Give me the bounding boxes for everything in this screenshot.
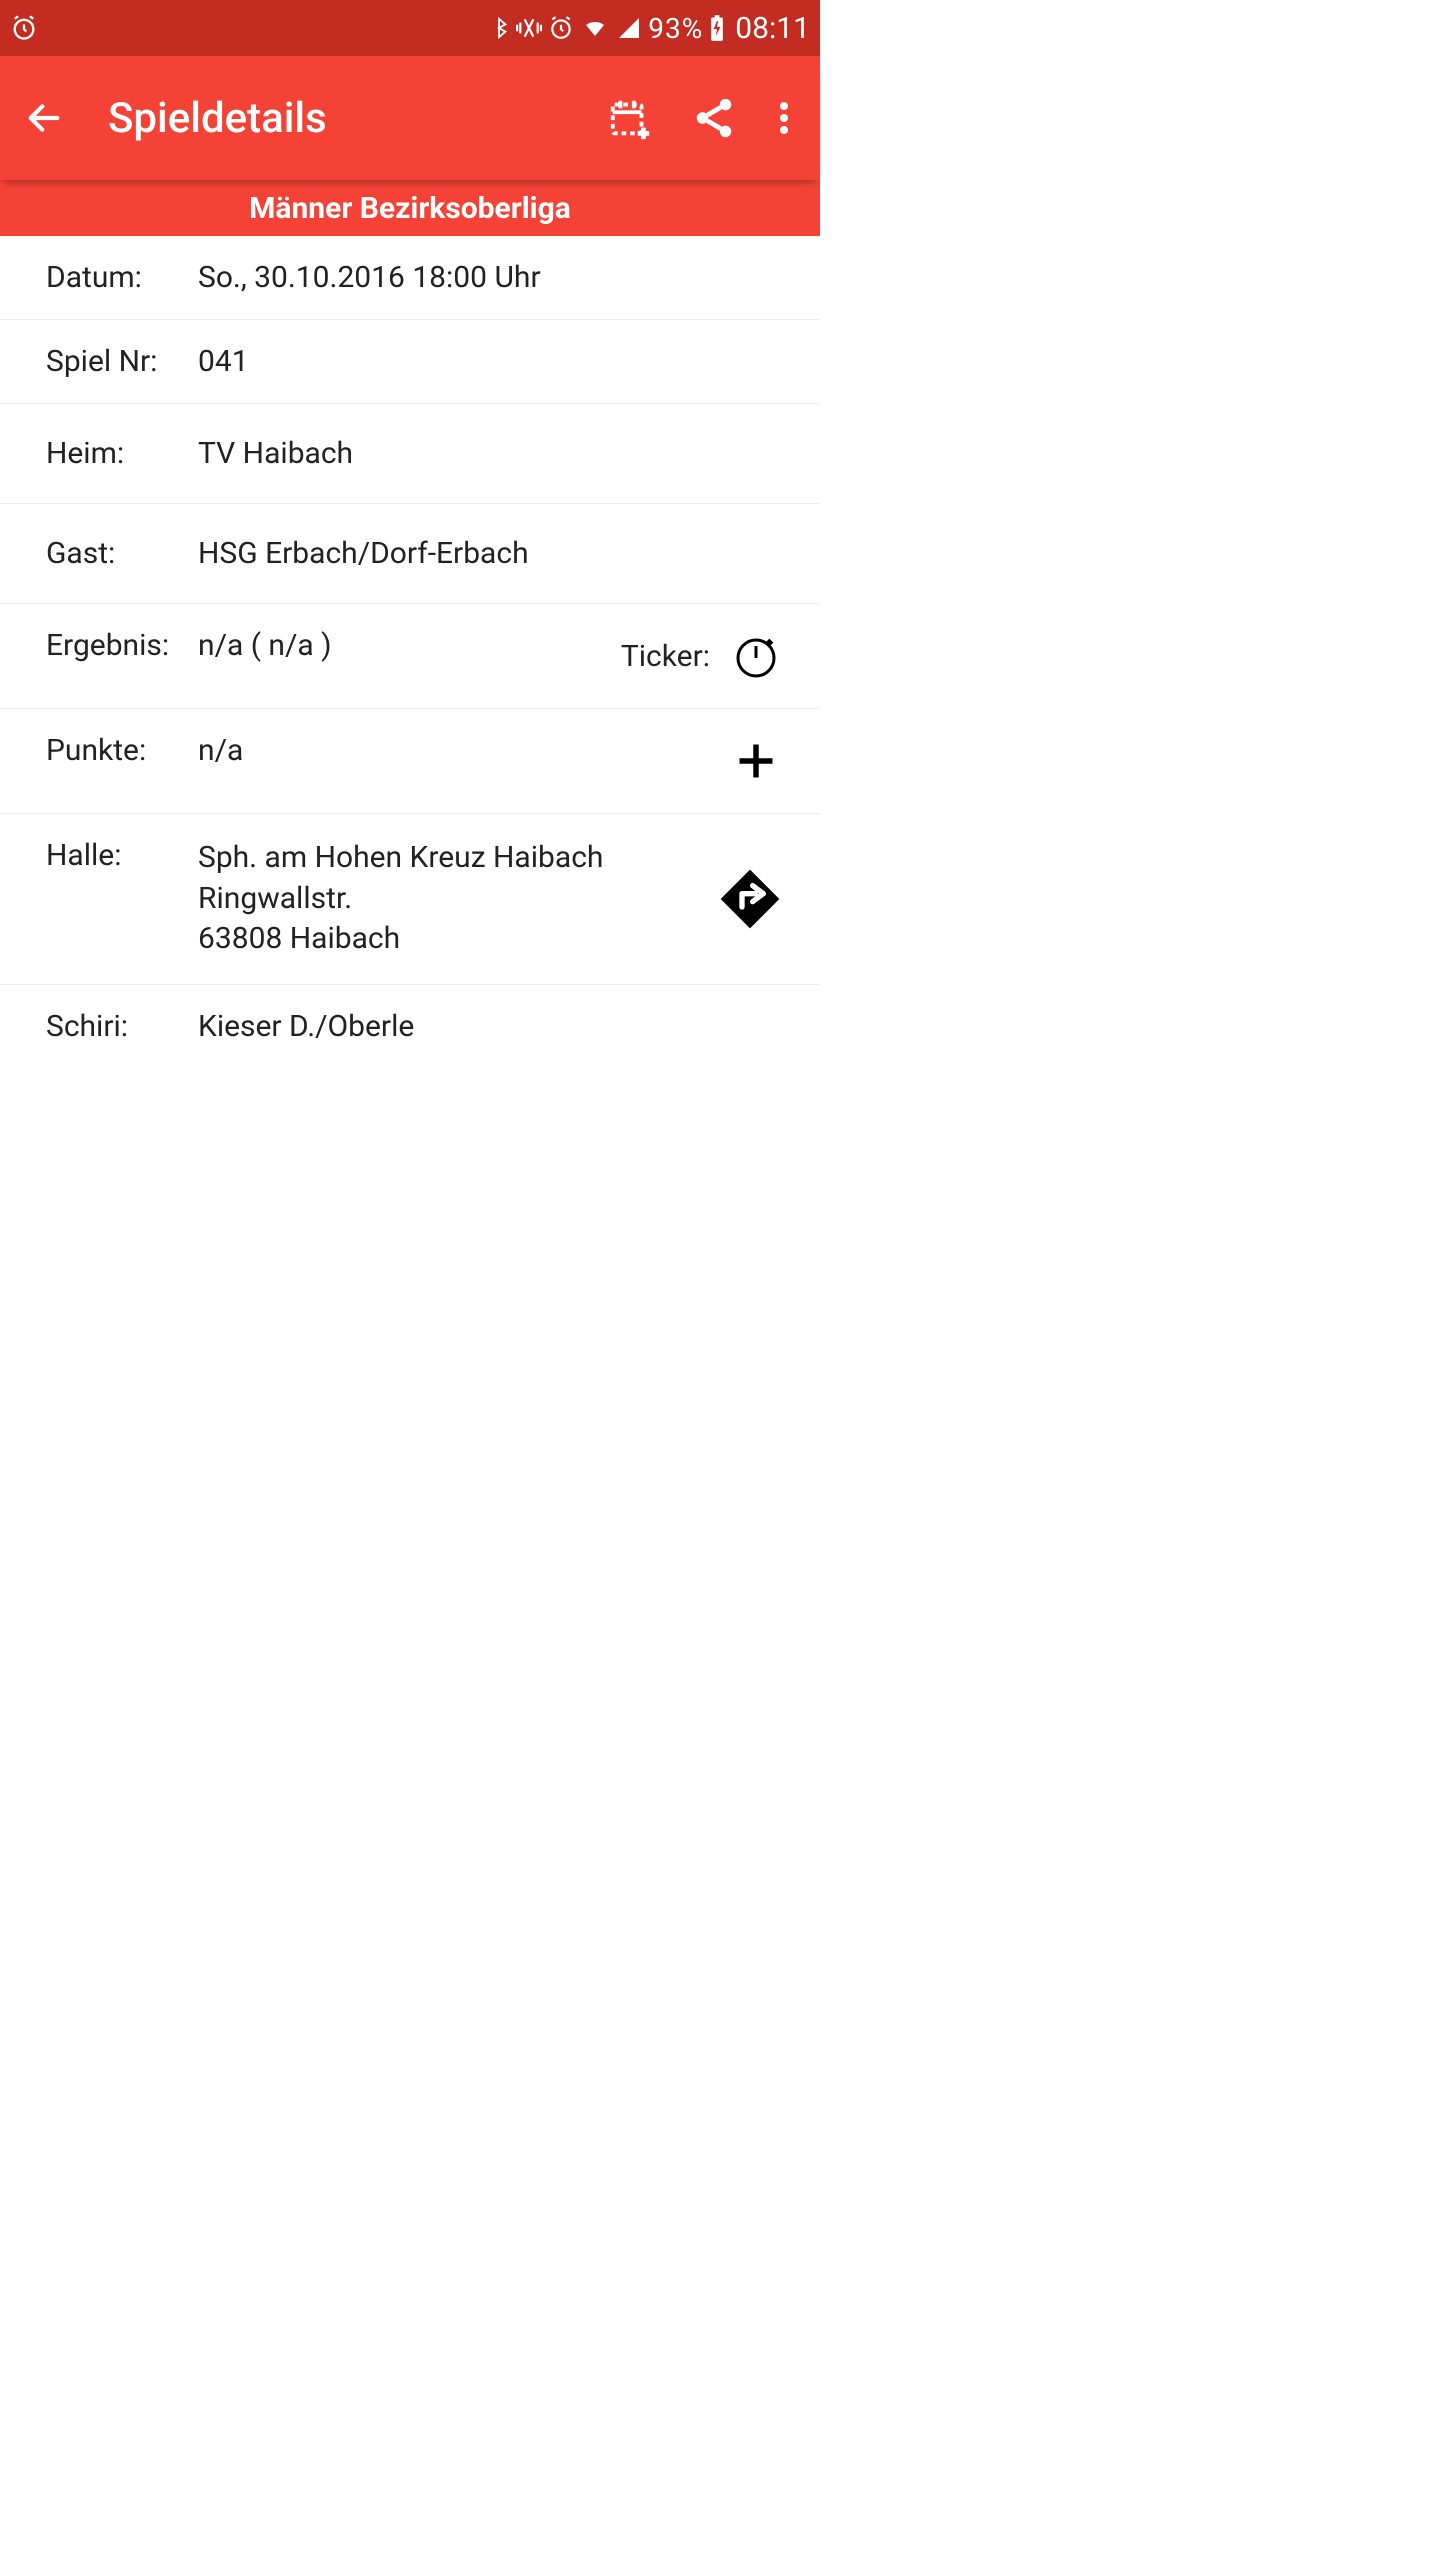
value-gast: HSG Erbach/Dorf-Erbach <box>198 536 784 571</box>
directions-icon <box>718 867 782 931</box>
add-points-button[interactable] <box>728 733 784 789</box>
row-heim: Heim: TV Haibach <box>0 404 820 504</box>
vibrate-icon <box>516 15 542 41</box>
ticker-button[interactable] <box>728 628 784 684</box>
row-ergebnis: Ergebnis: n/a ( n/a ) Ticker: <box>0 604 820 709</box>
overflow-menu-button[interactable] <box>756 76 812 160</box>
label-spielnr: Spiel Nr: <box>46 344 198 379</box>
label-punkte: Punkte: <box>46 733 198 768</box>
league-banner: Männer Bezirksoberliga <box>0 180 820 236</box>
share-icon <box>691 95 737 141</box>
plus-icon <box>734 739 778 783</box>
page-title: Spieldetails <box>108 94 327 143</box>
alarm-icon <box>10 14 38 42</box>
app-bar: Spieldetails <box>0 56 820 180</box>
clock-time: 08:11 <box>735 11 810 46</box>
calendar-plus-icon <box>607 95 653 141</box>
status-bar: 93% 08:11 <box>0 0 820 56</box>
status-right: 93% 08:11 <box>488 11 810 46</box>
bluetooth-icon <box>488 15 510 41</box>
back-button[interactable] <box>8 82 80 154</box>
details-list: Datum: So., 30.10.2016 18:00 Uhr Spiel N… <box>0 236 820 1456</box>
row-spielnr: Spiel Nr: 041 <box>0 320 820 404</box>
alarm2-icon <box>548 15 574 41</box>
battery-charging-icon <box>709 14 725 42</box>
row-gast: Gast: HSG Erbach/Dorf-Erbach <box>0 504 820 604</box>
more-vert-icon <box>780 100 788 136</box>
value-ergebnis: n/a ( n/a ) <box>198 628 332 663</box>
status-left <box>10 14 38 42</box>
value-datum: So., 30.10.2016 18:00 Uhr <box>198 260 784 295</box>
add-to-calendar-button[interactable] <box>588 76 672 160</box>
row-schiri: Schiri: Kieser D./Oberle <box>0 985 820 1068</box>
league-name: Männer Bezirksoberliga <box>249 191 571 226</box>
value-spielnr: 041 <box>198 344 784 379</box>
label-heim: Heim: <box>46 436 198 471</box>
value-halle: Sph. am Hohen Kreuz Haibach Ringwallstr.… <box>198 838 716 960</box>
label-datum: Datum: <box>46 260 198 295</box>
value-punkte: n/a <box>198 733 728 768</box>
label-ticker: Ticker: <box>621 639 710 674</box>
label-ergebnis: Ergebnis: <box>46 628 198 663</box>
signal-icon <box>616 16 642 40</box>
stopwatch-icon <box>732 632 780 680</box>
label-halle: Halle: <box>46 838 198 873</box>
value-schiri: Kieser D./Oberle <box>198 1009 784 1044</box>
row-halle: Halle: Sph. am Hohen Kreuz Haibach Ringw… <box>0 814 820 985</box>
battery-percent: 93% <box>648 12 703 45</box>
row-punkte: Punkte: n/a <box>0 709 820 814</box>
directions-button[interactable] <box>716 865 784 933</box>
value-heim: TV Haibach <box>198 436 784 471</box>
label-schiri: Schiri: <box>46 1009 198 1044</box>
wifi-icon <box>580 16 610 40</box>
row-datum: Datum: So., 30.10.2016 18:00 Uhr <box>0 236 820 320</box>
share-button[interactable] <box>672 76 756 160</box>
arrow-left-icon <box>24 98 64 138</box>
label-gast: Gast: <box>46 536 198 571</box>
